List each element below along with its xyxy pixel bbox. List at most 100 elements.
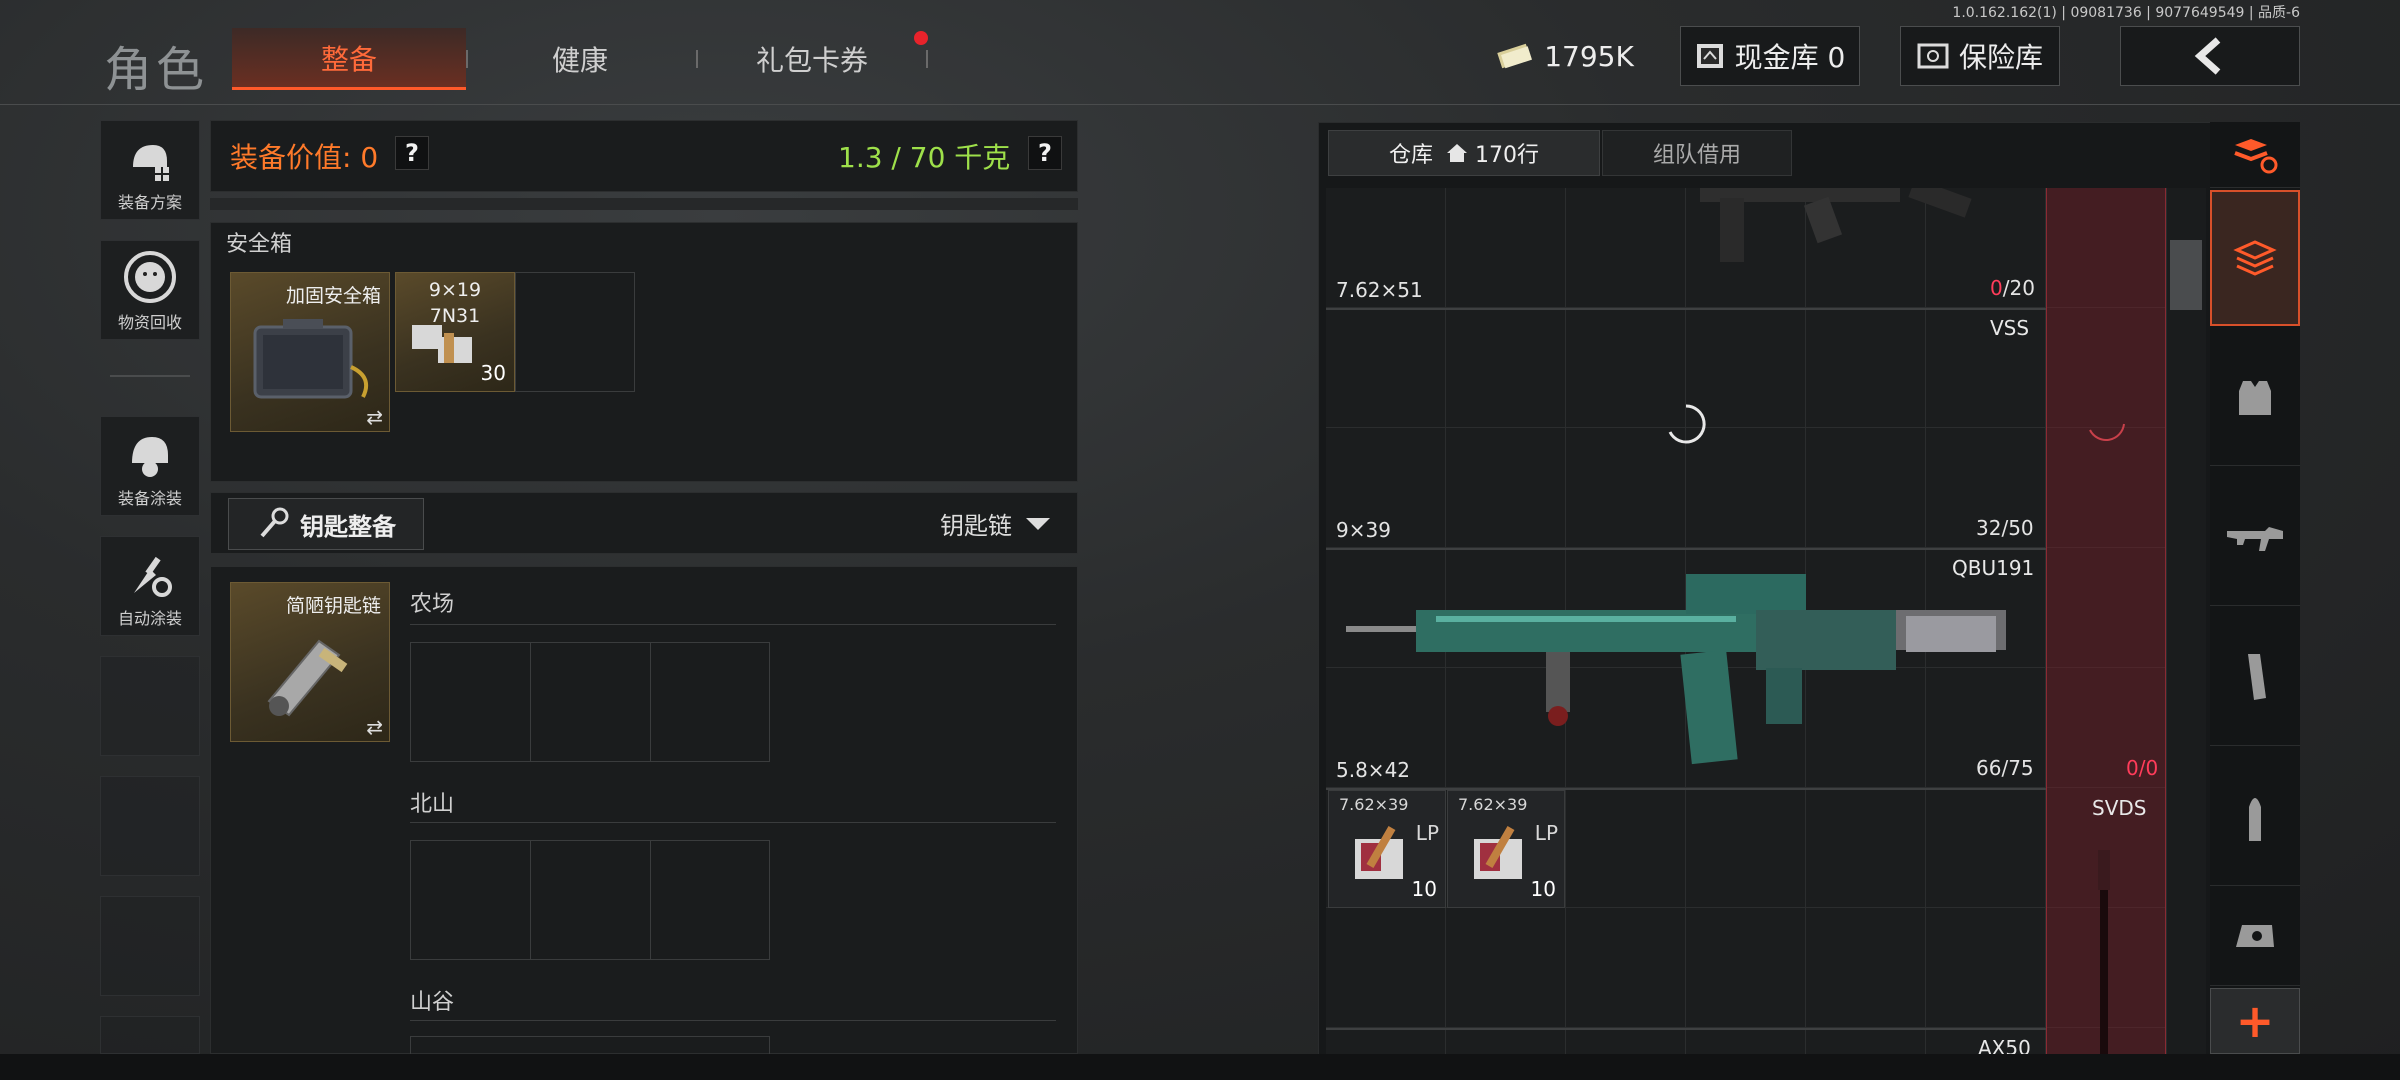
sort-button[interactable] — [2210, 122, 2300, 188]
scrollbar-thumb[interactable] — [2170, 240, 2202, 310]
category-weapons[interactable] — [2210, 468, 2300, 606]
section-divider — [410, 822, 1056, 823]
insurance-vault-label: 保险库 — [1958, 41, 2043, 74]
recycle-label: 物资回收 — [117, 313, 182, 332]
equipment-paint-label: 装备涂装 — [117, 489, 182, 508]
plus-icon: + — [2235, 994, 2275, 1048]
empty-menu-slot — [100, 896, 200, 996]
stack-refresh-icon — [2234, 138, 2278, 173]
tab-gift-coupons[interactable]: 礼包卡券 — [700, 28, 924, 90]
row-divider — [1326, 548, 2046, 550]
keychain-dropdown[interactable]: 钥匙链 — [940, 506, 1052, 541]
ammo-9x19-item[interactable]: 9×19 7N31 30 — [395, 272, 515, 392]
rifle-icon — [2227, 526, 2283, 551]
helmet-paint-icon — [132, 437, 168, 477]
weapon-ammo: 0/20 — [1990, 276, 2035, 300]
magazine-icon — [2248, 653, 2266, 700]
safe-box-slot[interactable] — [515, 272, 635, 392]
back-arrow-icon — [2194, 37, 2221, 75]
locked-ammo-current: 0 — [2126, 756, 2139, 780]
equipment-paint-button[interactable]: 装备涂装 — [100, 416, 200, 516]
notification-dot — [914, 31, 928, 45]
locked-ammo-max: /0 — [2138, 756, 2159, 780]
keychain-dropdown-label: 钥匙链 — [940, 512, 1012, 540]
separator-bar — [210, 198, 1078, 210]
tab-health[interactable]: 健康 — [470, 28, 690, 90]
chevron-down-icon — [1026, 517, 1050, 530]
key-icon — [260, 507, 289, 538]
ammo-box-item[interactable]: 7.62×39 LP 10 — [1447, 790, 1565, 908]
section-divider — [410, 624, 1056, 625]
safe-box-container-item[interactable]: 加固安全箱 ⇄ — [230, 272, 390, 432]
key-section-valley: 山谷 — [410, 990, 455, 1015]
svds-rifle-image[interactable] — [2090, 850, 2120, 1054]
vault-icon — [1696, 44, 1723, 68]
storage-tab-label: 仓库 — [1388, 143, 1433, 168]
money-value: 1795K — [1544, 39, 1634, 73]
tab-divider — [466, 50, 468, 68]
ammo-box-type: LP — [1534, 821, 1558, 845]
weapon-ammo: 32/50 — [1976, 516, 2034, 540]
tab-divider — [696, 50, 698, 68]
weapon-ammo: 66/75 — [1976, 756, 2034, 780]
version-info: 1.0.162.162(1) | 09081736 | 9077649549 |… — [1952, 5, 2300, 21]
loadout-plans-button[interactable]: 装备方案 — [100, 120, 200, 220]
weight-help-button[interactable]: ? — [1028, 136, 1062, 170]
qbu191-rifle-image[interactable] — [1346, 560, 2026, 780]
ammo-box-icon — [1474, 825, 1522, 879]
weapon-caliber: 5.8×42 — [1336, 758, 1411, 782]
ammo-box-item[interactable]: 7.62×39 LP 10 — [1328, 790, 1446, 908]
category-all[interactable] — [2210, 190, 2300, 326]
ammo-current: 0 — [1990, 276, 2003, 300]
weapon-name: VSS — [1990, 316, 2030, 340]
row-divider — [1326, 308, 2046, 310]
storage-rows-label: 170行 — [1475, 143, 1539, 168]
insurance-vault-button[interactable]: 保险库 — [1900, 26, 2060, 86]
value-help-button[interactable]: ? — [395, 136, 429, 170]
home-icon — [1447, 144, 1467, 162]
keychain-item[interactable]: 简陋钥匙链 ⇄ — [230, 582, 390, 742]
cash-vault-button[interactable]: 现金库 0 — [1680, 26, 1860, 86]
key-section-north-mountain: 北山 — [410, 792, 455, 817]
back-button[interactable] — [2120, 26, 2300, 86]
swap-icon[interactable]: ⇄ — [366, 405, 383, 429]
tab-divider — [926, 50, 928, 68]
add-button[interactable]: + — [2210, 988, 2300, 1054]
section-divider — [410, 1020, 1056, 1021]
key-setup-button[interactable]: 钥匙整备 — [228, 498, 424, 550]
loadout-value: 装备价值: 0 — [230, 141, 379, 174]
category-ammo[interactable] — [2210, 748, 2300, 886]
ammo-max: /20 — [2002, 276, 2035, 300]
tab-team-borrow[interactable]: 组队借用 — [1602, 130, 1792, 176]
ammo-box-icon — [1355, 825, 1403, 879]
tab-storage[interactable]: 仓库 170行 — [1328, 130, 1600, 176]
helmet-gear-icon — [133, 145, 169, 181]
warehouse-scrollbar[interactable] — [2166, 188, 2206, 1080]
key-setup-label: 钥匙整备 — [300, 512, 396, 541]
weapon-name: SVDS — [2092, 796, 2147, 820]
loading-spinner-icon — [2089, 423, 2125, 441]
rifle-partial-image — [1700, 188, 1972, 262]
row-divider — [1326, 1028, 2046, 1030]
ammo-count: 30 — [480, 361, 506, 385]
category-armor[interactable] — [2210, 328, 2300, 466]
category-magazines[interactable] — [2210, 608, 2300, 746]
safe-icon — [1917, 43, 1949, 69]
recycle-face-icon — [124, 251, 176, 303]
empty-menu-slot — [100, 776, 200, 876]
auto-paint-button[interactable]: 自动涂装 — [100, 536, 200, 636]
armor-vest-icon — [2239, 380, 2271, 415]
money-display: 1795K — [1490, 26, 1640, 86]
recycle-button[interactable]: 物资回收 — [100, 240, 200, 340]
swap-icon[interactable]: ⇄ — [366, 715, 383, 739]
weight-display: 1.3 / 70 千克 — [838, 141, 1011, 174]
layers-icon — [2233, 240, 2277, 276]
category-attachments[interactable] — [2210, 888, 2300, 986]
auto-paint-label: 自动涂装 — [117, 609, 182, 628]
empty-menu-slot — [100, 1016, 200, 1054]
key-slots-farm[interactable] — [410, 642, 770, 762]
ammo-caliber: 9×19 — [428, 279, 482, 301]
tab-equipment[interactable]: 整备 — [232, 28, 466, 90]
key-slots-north-mountain[interactable] — [410, 840, 770, 960]
weapon-caliber: 7.62×51 — [1336, 278, 1423, 302]
